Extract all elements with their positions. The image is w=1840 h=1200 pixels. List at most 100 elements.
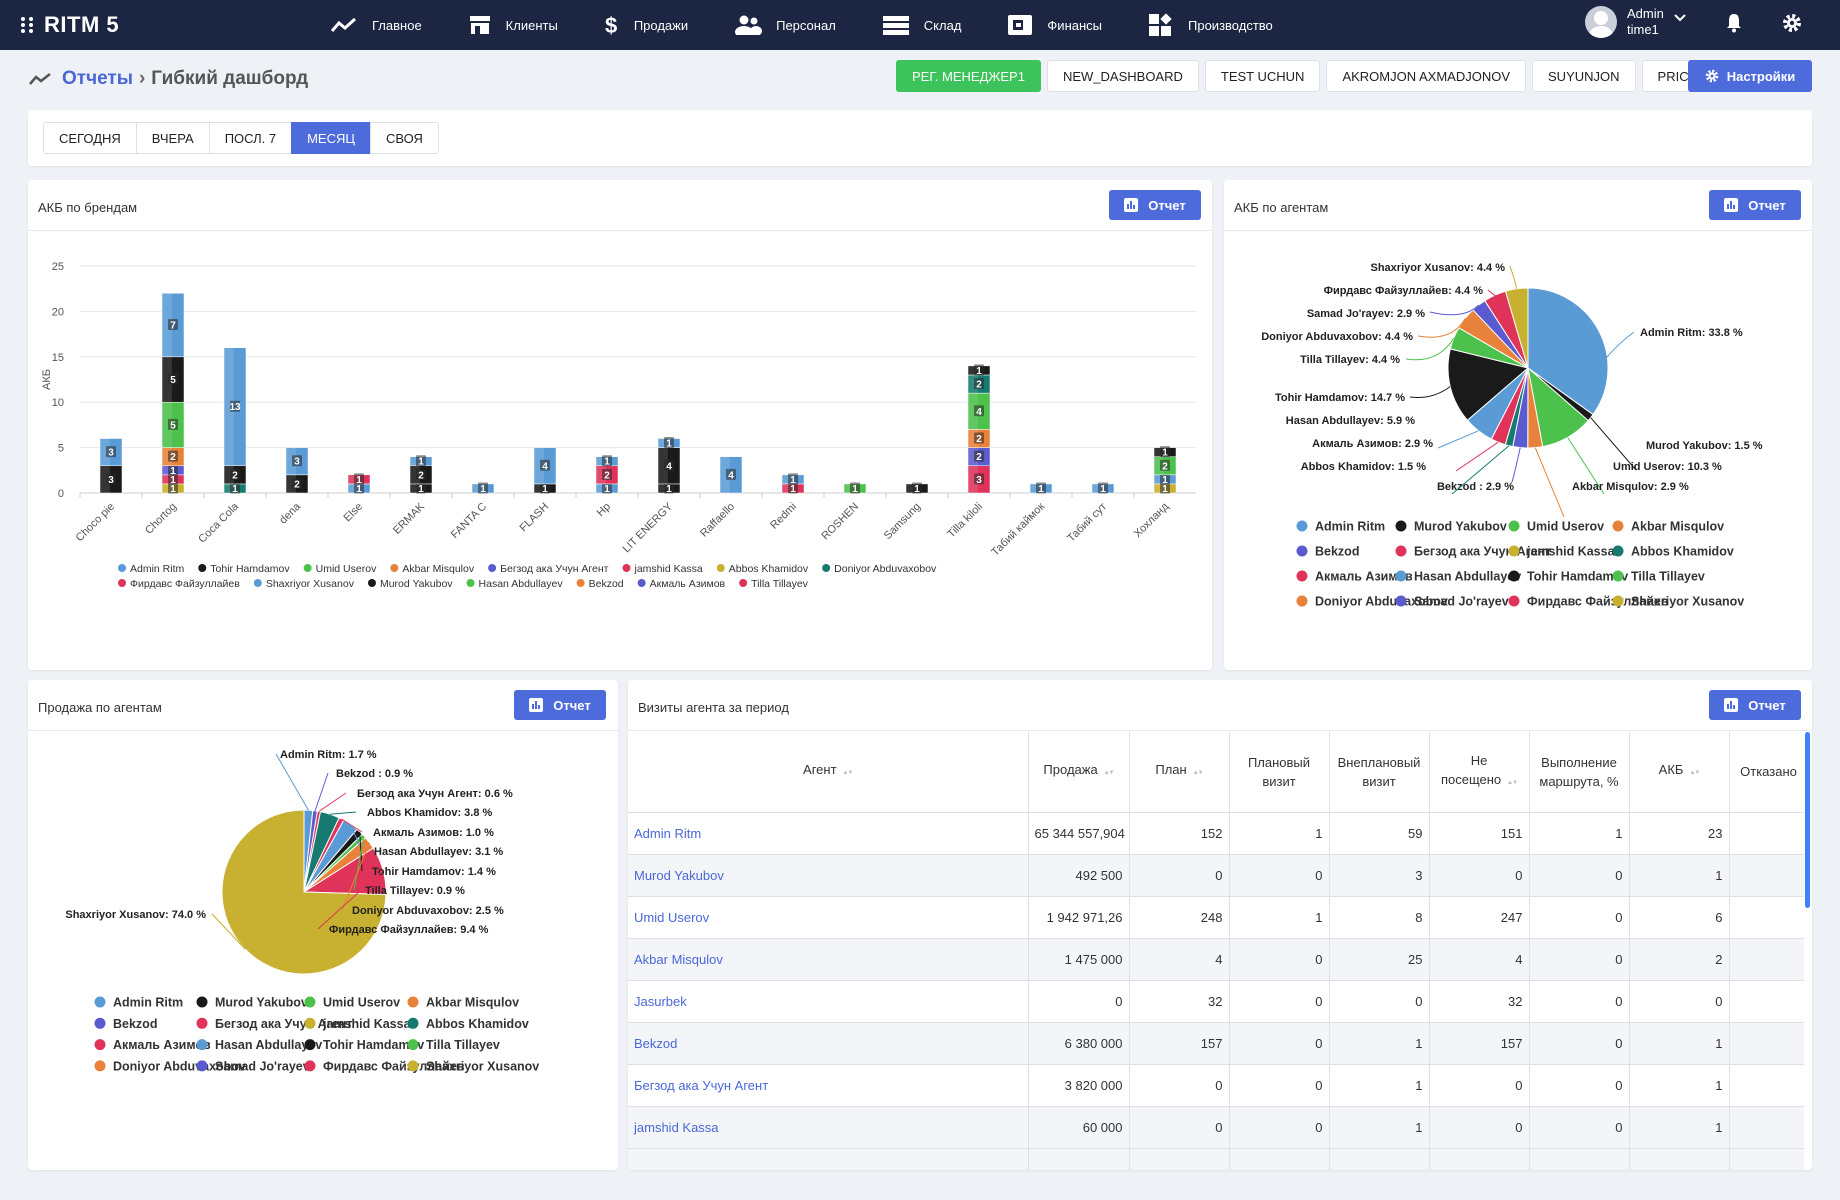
legend-item[interactable]: Murod Yakubov <box>367 578 453 590</box>
legend-item[interactable]: Hasan Abdullayev <box>466 578 564 590</box>
legend-item[interactable]: Bekzod <box>576 578 624 590</box>
legend-item[interactable]: Акмаль Азимов <box>637 578 726 590</box>
legend-item[interactable]: Hasan Abdullayev <box>196 1038 323 1052</box>
svg-text:2: 2 <box>976 434 982 445</box>
legend-item[interactable]: Shaxriyor Xusanov <box>1612 595 1745 609</box>
legend-item[interactable]: Akbar Misqulov <box>407 996 520 1010</box>
app-logo[interactable]: RITM 5 <box>20 0 119 50</box>
sort-icon[interactable]: ▲▼ <box>1689 770 1700 776</box>
legend-item[interactable]: Murod Yakubov <box>196 996 308 1010</box>
agent-link[interactable]: Akbar Misqulov <box>628 938 1029 981</box>
legend-item[interactable]: Umid Userov <box>304 996 401 1010</box>
scrollbar[interactable] <box>1805 732 1810 908</box>
legend-item[interactable]: Фирдавс Файзуллайев <box>118 578 240 590</box>
legend-item[interactable]: Бегзод ака Учун Агент <box>488 563 609 575</box>
agent-link[interactable]: jamshid Kassa <box>628 1106 1029 1149</box>
legend-item[interactable]: Hasan Abdullayev <box>1395 570 1522 584</box>
column-header[interactable]: Агент ▲▼ <box>628 732 1029 813</box>
column-header[interactable]: Выполнение маршрута, % <box>1529 732 1630 813</box>
user-menu[interactable]: Admin time1 <box>1585 6 1686 38</box>
page-title: Гибкий дашборд <box>151 68 309 89</box>
svg-text:5: 5 <box>170 375 176 386</box>
legend-item[interactable]: Umid Userov <box>303 563 377 575</box>
dashboard-tab[interactable]: NEW_DASHBOARD <box>1046 60 1199 92</box>
gear-icon[interactable] <box>1782 13 1802 33</box>
column-header[interactable]: АКБ ▲▼ <box>1629 732 1730 813</box>
legend-item[interactable]: Murod Yakubov <box>1395 520 1507 534</box>
column-header[interactable]: Отказано <box>1729 732 1804 813</box>
period-button[interactable]: ВЧЕРА <box>135 122 210 154</box>
report-button[interactable]: Отчет <box>1709 690 1801 720</box>
legend-item[interactable]: Abbos Khamidov <box>407 1017 529 1031</box>
column-header[interactable]: Плановый визит <box>1229 732 1330 813</box>
legend-item[interactable]: Akbar Misqulov <box>390 563 475 575</box>
legend-item[interactable]: Admin Ritm <box>94 996 184 1010</box>
legend-item[interactable]: Akbar Misqulov <box>1612 520 1725 534</box>
period-button[interactable]: ПОСЛ. 7 <box>208 122 293 154</box>
legend-item[interactable]: Tilla Tillayev <box>739 578 809 590</box>
svg-text:Doniyor Abduvaxobov: Doniyor Abduvaxobov <box>834 563 937 575</box>
dashboard-tab[interactable]: TEST UCHUN <box>1204 60 1321 92</box>
legend-item[interactable]: jamshid Kassa <box>622 563 703 575</box>
legend-item[interactable]: Tohir Hamdamov <box>198 563 290 575</box>
svg-text:1: 1 <box>356 475 362 486</box>
legend-item[interactable]: Admin Ritm <box>118 563 185 575</box>
agent-link[interactable]: Murod Yakubov <box>628 854 1029 897</box>
x-tick-label: LIT ENERGY <box>621 500 676 555</box>
dashboard-tab[interactable]: SUYUNJON <box>1532 60 1636 92</box>
nav-item-home[interactable]: Главное <box>330 0 422 50</box>
sort-icon[interactable]: ▲▼ <box>1507 780 1518 786</box>
legend-item[interactable]: Bekzod <box>1296 545 1360 559</box>
agent-link[interactable]: Бегзод ака Учун Агент <box>628 1064 1029 1107</box>
period-button[interactable]: СЕГОДНЯ <box>43 122 137 154</box>
bar-data-label: 4 <box>540 459 550 472</box>
bar-chart-icon <box>1724 198 1739 212</box>
column-header[interactable]: Продажа ▲▼ <box>1028 732 1130 813</box>
legend-item[interactable]: Abbos Khamidov <box>716 563 809 575</box>
agent-link[interactable]: Admin Ritm <box>628 812 1029 855</box>
svg-text:Hasan Abdullayev: Hasan Abdullayev <box>1414 570 1521 584</box>
breadcrumb-reports-link[interactable]: Отчеты <box>62 68 133 90</box>
column-header[interactable]: План ▲▼ <box>1129 732 1230 813</box>
bar-data-label: 1 <box>540 482 550 495</box>
report-button[interactable]: Отчет <box>1709 190 1801 220</box>
x-tick-label: Chortog <box>143 501 179 537</box>
sort-icon[interactable]: ▲▼ <box>1104 770 1115 776</box>
legend-item[interactable]: Admin Ritm <box>1296 520 1386 534</box>
agent-link[interactable]: Jasurbek <box>628 980 1029 1023</box>
bell-icon[interactable] <box>1726 13 1742 33</box>
sort-icon[interactable]: ▲▼ <box>843 770 854 776</box>
legend-item[interactable]: Tohir Hamdamov <box>304 1038 425 1052</box>
x-tick-label: Табий сут <box>1065 501 1109 545</box>
legend-item[interactable]: Акмаль Азимов <box>94 1038 212 1052</box>
legend-item[interactable]: Umid Userov <box>1508 520 1605 534</box>
legend-item[interactable]: Abbos Khamidov <box>1612 545 1734 559</box>
legend-item[interactable]: Bekzod <box>94 1017 158 1031</box>
report-button[interactable]: Отчет <box>1109 190 1201 220</box>
nav-item-finance[interactable]: Финансы <box>1007 0 1102 50</box>
dashboard-tab[interactable]: РЕГ. МЕНЕДЖЕР1 <box>896 60 1041 92</box>
nav-item-warehouse[interactable]: Склад <box>882 0 961 50</box>
settings-button[interactable]: Настройки <box>1688 60 1812 92</box>
sort-icon[interactable]: ▲▼ <box>1193 770 1204 776</box>
legend-item[interactable]: Shaxriyor Xusanov <box>253 578 355 590</box>
period-button[interactable]: СВОЯ <box>370 122 439 154</box>
nav-item-clients[interactable]: Клиенты <box>468 0 558 50</box>
svg-text:Акмаль Азимов: Акмаль Азимов <box>113 1038 211 1052</box>
dashboard-tab[interactable]: AKROMJON AXMADJONOV <box>1326 60 1527 92</box>
column-header[interactable]: Не посещено ▲▼ <box>1429 732 1530 813</box>
nav-item-sales[interactable]: $ Продажи <box>604 0 688 50</box>
report-button[interactable]: Отчет <box>514 690 606 720</box>
nav-item-staff[interactable]: Персонал <box>734 0 836 50</box>
legend-item[interactable]: Doniyor Abduvaxobov <box>822 563 937 575</box>
column-header[interactable]: Внеплановый визит <box>1329 732 1430 813</box>
agent-link[interactable]: Bekzod <box>628 1022 1029 1065</box>
agent-link[interactable]: Umid Userov <box>628 896 1029 939</box>
pie-label-connector <box>1509 265 1518 289</box>
svg-text:Abbos Khamidov: Abbos Khamidov <box>426 1017 529 1031</box>
legend-item[interactable]: Shaxriyor Xusanov <box>407 1059 540 1073</box>
nav-item-production[interactable]: Производство <box>1148 0 1273 50</box>
table-row: Bekzod 6 380 000 157 0 1 157 0 1 <box>628 1022 1804 1065</box>
period-button[interactable]: МЕСЯЦ <box>291 122 371 154</box>
legend-item[interactable]: Tohir Hamdamov <box>1508 570 1629 584</box>
